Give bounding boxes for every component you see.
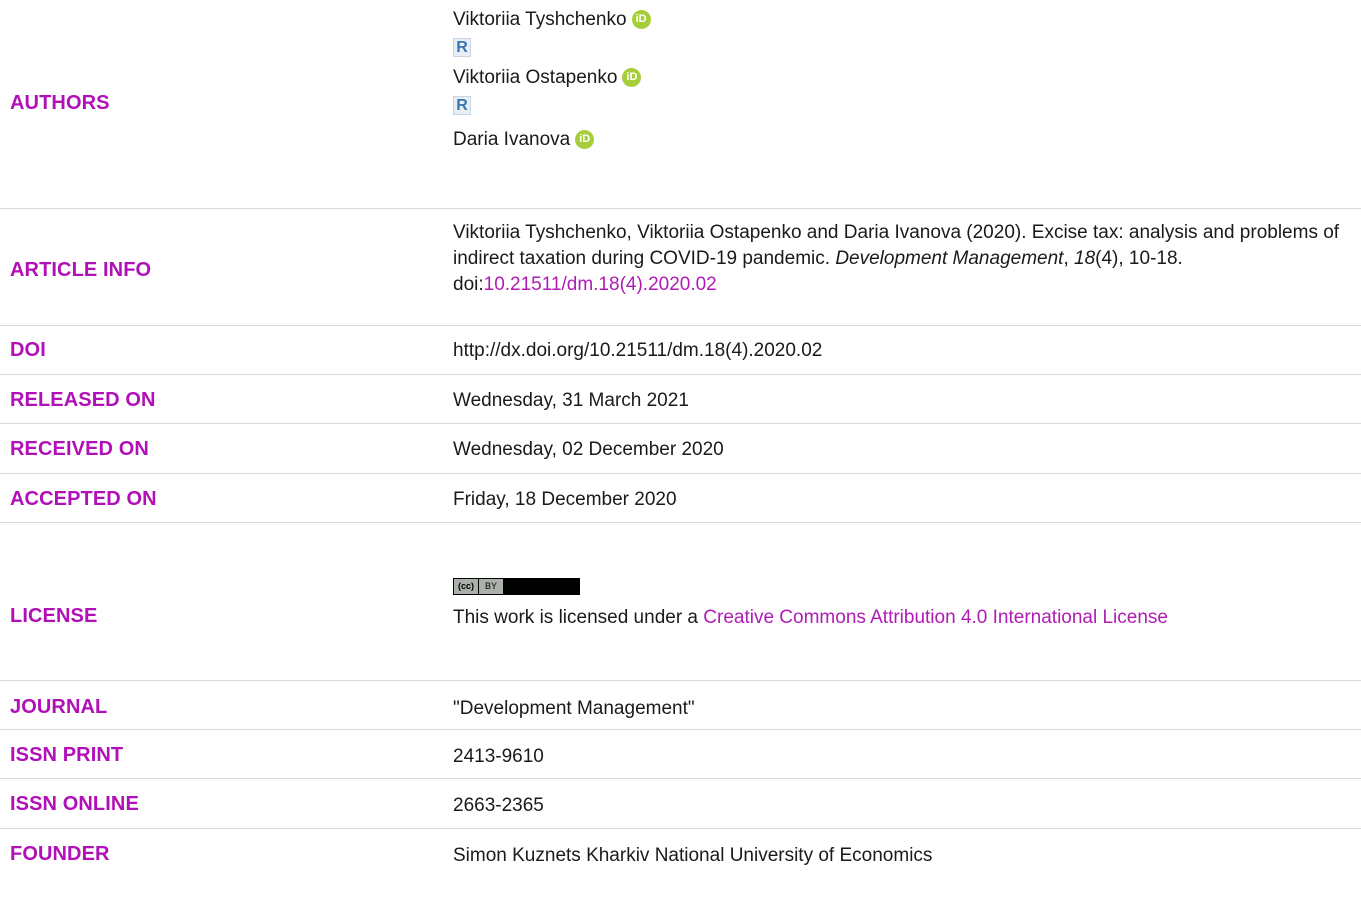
license-label: LICENSE [10,605,98,627]
cc-by-badge[interactable]: (cc) BY [453,578,580,595]
orcid-icon[interactable]: iD [575,130,595,149]
citation-comma: , [1063,248,1075,269]
released-value: Wednesday, 31 March 2021 [453,390,689,411]
row-issn-print: ISSN PRINT 2413-9610 [0,730,1361,779]
article-info-label: ARTICLE INFO [10,259,152,281]
authors-label: AUTHORS [10,92,110,114]
license-text-block: This work is licensed under a Creative C… [453,603,1341,632]
license-link[interactable]: Creative Commons Attribution 4.0 Interna… [703,607,1168,628]
orcid-icon[interactable]: iD [622,68,642,87]
row-issn-online: ISSN ONLINE 2663-2365 [0,779,1361,829]
researcher-line: R [453,33,1341,62]
row-license: LICENSE (cc) BY This work is licensed un… [0,523,1361,681]
issn-online-label: ISSN ONLINE [10,793,139,815]
received-label: RECEIVED ON [10,438,149,460]
founder-value: Simon Kuznets Kharkiv National Universit… [453,845,933,866]
founder-label: FOUNDER [10,843,110,865]
researcher-line: R [453,91,1341,120]
author-item: Daria Ivanova iD [453,126,1341,153]
doi-link[interactable]: 10.21511/dm.18(4).2020.02 [484,274,717,295]
accepted-label: ACCEPTED ON [10,488,157,510]
journal-label: JOURNAL [10,696,108,718]
row-received: RECEIVED ON Wednesday, 02 December 2020 [0,424,1361,474]
orcid-icon[interactable]: iD [631,10,651,29]
row-doi: DOI http://dx.doi.org/10.21511/dm.18(4).… [0,326,1361,375]
article-citation: Viktoriia Tyshchenko, Viktoriia Ostapenk… [453,220,1341,298]
issn-print-value: 2413-9610 [453,746,544,767]
received-value: Wednesday, 02 December 2020 [453,439,724,460]
cc-icon: (cc) [454,579,480,594]
citation-volume: 18 [1074,248,1096,269]
researcherid-icon[interactable]: R [453,38,471,57]
accepted-value: Friday, 18 December 2020 [453,489,677,510]
issn-online-value: 2663-2365 [453,795,544,816]
by-icon: BY [479,579,504,594]
citation-journal: Development Management [835,248,1064,269]
author-name[interactable]: Viktoriia Ostapenko [453,64,617,91]
authors-list: Viktoriia Tyshchenko iD R Viktoriia Osta… [453,6,1341,153]
license-text: This work is licensed under a [453,607,704,628]
author-name[interactable]: Viktoriia Tyshchenko [453,6,627,33]
row-founder: FOUNDER Simon Kuznets Kharkiv National U… [0,829,1361,889]
row-accepted: ACCEPTED ON Friday, 18 December 2020 [0,474,1361,523]
doi-label: DOI [10,339,46,361]
author-name[interactable]: Daria Ivanova [453,126,570,153]
row-released: RELEASED ON Wednesday, 31 March 2021 [0,375,1361,424]
license-content: (cc) BY This work is licensed under a Cr… [453,570,1341,632]
row-authors: AUTHORS Viktoriia Tyshchenko iD R Viktor… [0,0,1361,209]
doi-value[interactable]: http://dx.doi.org/10.21511/dm.18(4).2020… [453,337,1341,364]
issn-print-label: ISSN PRINT [10,744,124,766]
row-article-info: ARTICLE INFO Viktoriia Tyshchenko, Vikto… [0,209,1361,326]
author-item: Viktoriia Tyshchenko iD [453,6,1341,33]
row-journal: JOURNAL "Development Management" [0,681,1361,730]
released-label: RELEASED ON [10,389,156,411]
journal-value: "Development Management" [453,698,695,719]
author-item: Viktoriia Ostapenko iD [453,64,1341,91]
researcherid-icon[interactable]: R [453,96,471,115]
